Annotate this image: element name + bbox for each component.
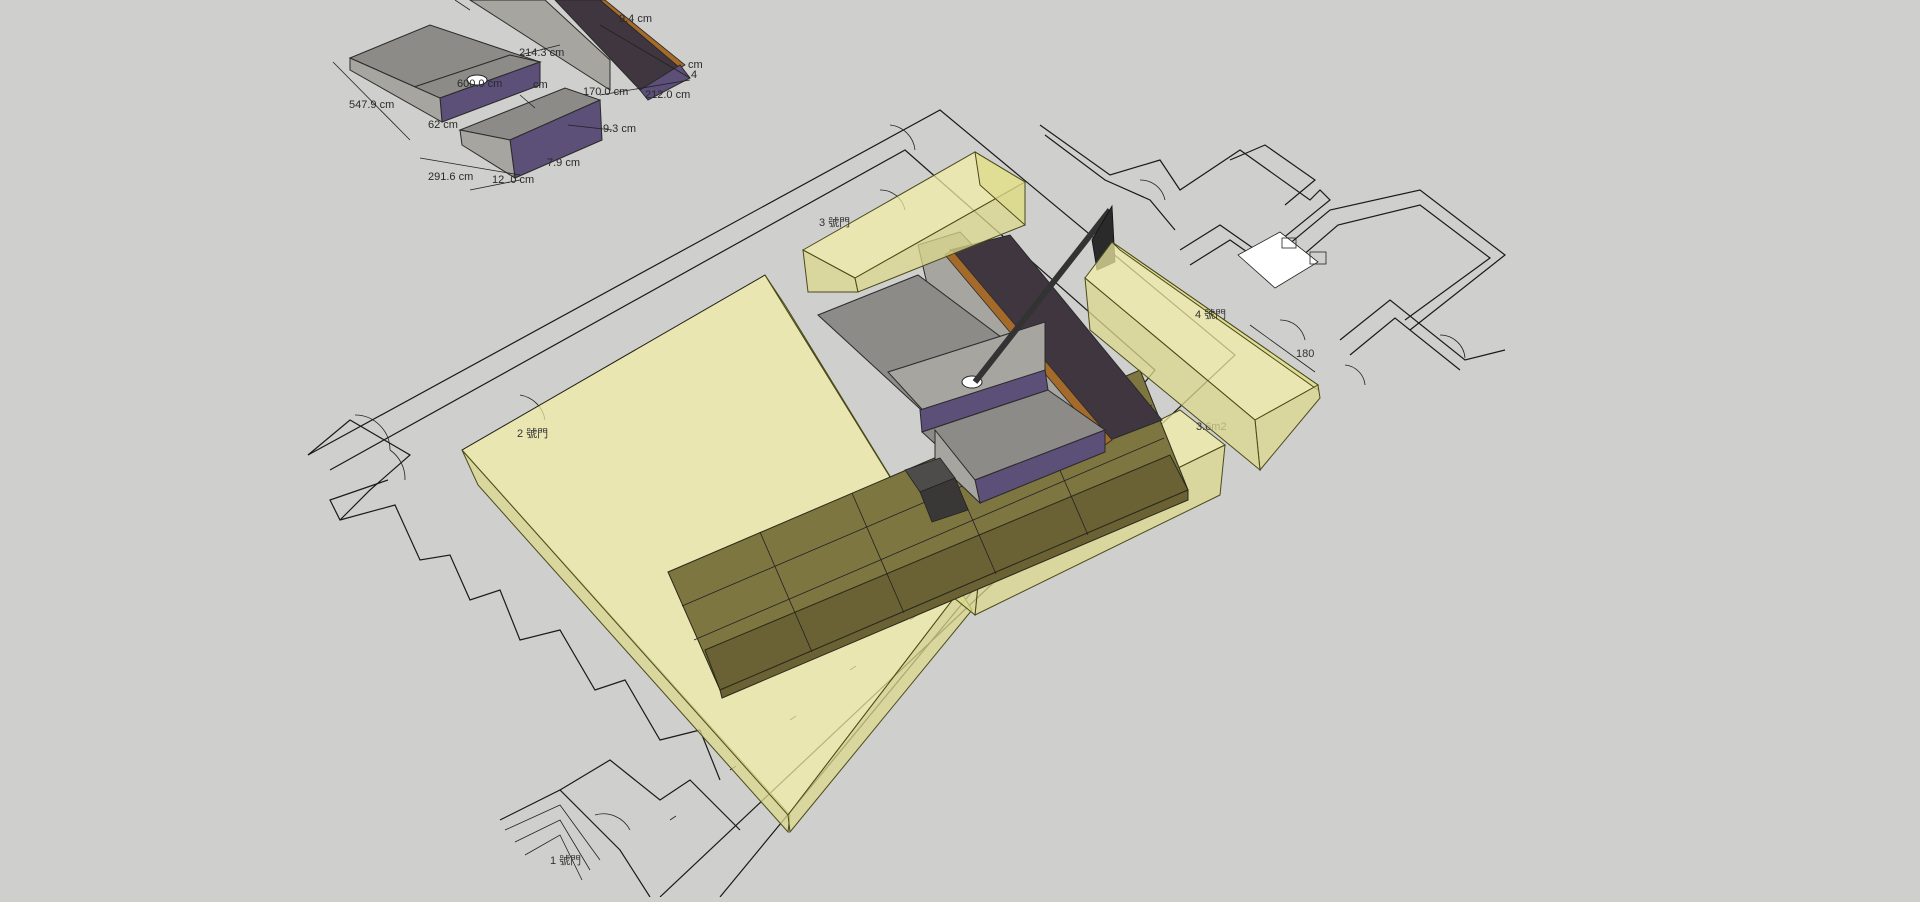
dim-label-1: 9.4 cm (619, 13, 652, 25)
dim-label-14: 4 (691, 69, 697, 81)
dim-label-8: 62 cm (428, 119, 458, 131)
dim-label-11: 291.6 cm (428, 171, 473, 183)
dim-label-6: 212.0 cm (645, 89, 690, 101)
dim-label-9: 9.3 cm (603, 123, 636, 135)
label-door-2: 2 號門 (517, 427, 548, 440)
label-dim-180: 180 (1296, 348, 1314, 360)
dim-label-7: 547.9 cm (349, 99, 394, 111)
dim-label-10: 7.9 cm (547, 157, 580, 169)
dim-label-3: 600.0 cm (457, 78, 502, 90)
label-door-1: 1 號門 (550, 854, 581, 867)
dim-label-12: 12 .0 cm (492, 174, 534, 186)
exploded-components[interactable]: 9.4 cm 214.3 cm 600.0 cm cm 170.0 cm 212… (332, 0, 703, 191)
sketchup-viewport[interactable]: 2 號門 3.6m2 (0, 0, 1920, 898)
dim-label-5: 170.0 cm (583, 86, 628, 98)
model-scene[interactable]: 2 號門 3.6m2 (0, 0, 1920, 898)
dim-label-4: cm (533, 79, 548, 91)
label-door-3: 3 號門 (819, 216, 850, 229)
dim-label-2: 214.3 cm (519, 47, 564, 59)
label-door-4: 4 號門 (1195, 308, 1226, 321)
